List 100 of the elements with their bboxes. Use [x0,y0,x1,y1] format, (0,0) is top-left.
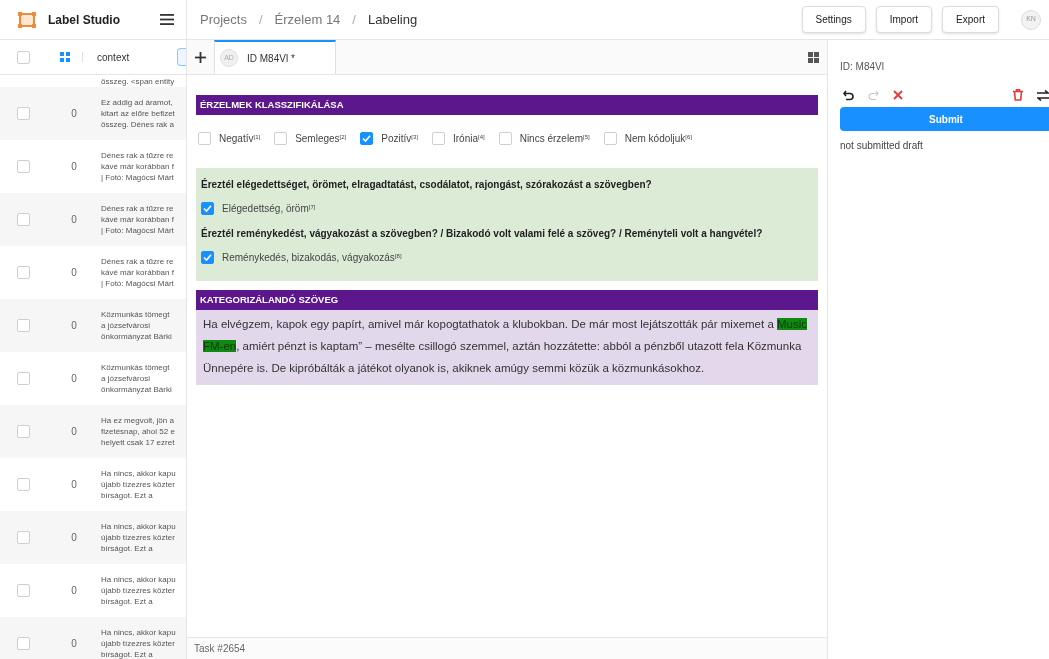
row-checkbox[interactable] [17,637,30,650]
table-cell: fizetésnap, ahol 52 e [101,426,175,437]
header-button[interactable]: Settings [801,6,866,33]
swap-icon[interactable] [1037,89,1049,101]
choice-label[interactable]: Pozitív$^{[3]}$ [381,131,418,146]
table-cell-text: 0 [71,637,77,651]
table-cell: újabb tízezres közter [101,479,176,490]
table-cell-text: 0 [71,160,77,174]
annotation-id: ID: M84Vl [840,60,885,74]
logo-icon [18,11,36,28]
table-cell-text: Ez addig ad áramot, [101,97,174,108]
choice-label[interactable]: Nem kódoljuk$^{[6]}$ [624,131,692,146]
table-cell-text: 0 [71,319,77,333]
layout-icon[interactable] [808,51,819,63]
choice-label[interactable]: Reménykedés, bizakodás, vágyakozás$^{[8]}$ [222,250,402,265]
table-cell: kávé már korábban f [101,161,174,172]
row-checkbox[interactable] [17,584,30,597]
question-text: Éreztél elégedettséget, örömet, elragadtatást, csodálatot, rajongást, szórakozást a szövegben? [201,177,653,192]
close-icon[interactable] [893,90,903,100]
column-header[interactable]: context [97,49,130,65]
header-button[interactable]: Import [875,6,933,33]
row-checkbox[interactable] [17,319,30,332]
menu-icon[interactable] [160,14,174,25]
choice-label[interactable]: Negatív$^{[1]}$ [219,131,261,146]
choice-checkbox[interactable] [498,132,512,145]
choice-checkbox[interactable] [201,251,214,264]
section-header: KATEGORIZÁLANDÓ SZÖVEG [196,290,818,310]
table-cell-text: bírságot. Ezt a [101,596,154,607]
table-row[interactable]: 0 Ha ez megvolt, jön a fizetésnap, ahol 52 e helyett csak 17 ezret [0,405,186,458]
breadcrumb-link[interactable]: Projects [200,9,247,30]
table-cell-text: 0 [71,372,77,386]
breadcrumb-separator: / [258,10,263,29]
choice-checkbox[interactable] [201,202,214,215]
choice-checkbox[interactable] [431,132,445,145]
table-cell-text: Közmunkás tömegt [101,362,171,373]
table-cell: | Fotó: Magócsi Márt [101,172,174,183]
table-row[interactable]: 0 Közmunkás tömegt a józsefvárosi önkormányzat Bárki [0,299,186,352]
table-cell: Dénes rak a tűzre re [101,256,174,267]
table-cell: Ha nincs, akkor kapu [101,574,176,585]
choice-checkbox[interactable] [198,132,211,145]
undo-icon[interactable] [843,89,854,101]
table-cell-text: bírságot. Ezt a [101,490,154,501]
row-checkbox[interactable] [17,160,30,173]
choice-checkbox[interactable] [360,132,374,145]
draft-status: not submitted draft [840,139,924,153]
table-cell: újabb tízezres közter [101,532,176,543]
row-checkbox[interactable] [17,266,30,279]
grid-icon[interactable] [59,52,70,62]
table-cell-text: 0 [71,531,77,545]
table-cell-text: bírságot. Ezt a [101,543,154,554]
choice-label[interactable]: Semleges$^{[2]}$ [295,131,347,146]
breadcrumb-separator: / [352,10,356,29]
table-cell: Ha ez megvolt, jön a [101,415,175,426]
table-cell: | Fotó: Magócsi Márt [101,225,174,236]
row-checkbox[interactable] [17,213,30,226]
table-row[interactable]: 0 Ha nincs, akkor kapu újabb tízezres közter bírságot. Ezt a [0,511,186,564]
table-cell: Dénes rak a tűzre re [101,203,174,214]
choice-label[interactable]: Irónia$^{[4]}$ [452,131,485,146]
table-cell: összeg. <span entity [101,76,175,87]
table-row[interactable]: 0 Ez addig ad áramot, kitart az előre befizet összeg. Dénes rak a [0,87,186,140]
choice-checkbox[interactable] [274,132,288,145]
breadcrumb-link[interactable]: Érzelem 14 [274,9,341,30]
tab-label: ID M84Vl * [247,51,295,66]
row-checkbox[interactable] [17,107,30,120]
table-cell: Ha nincs, akkor kapu [101,521,176,532]
row-checkbox[interactable] [17,531,30,544]
table-row[interactable]: 0 Dénes rak a tűzre re kávé már korábban f | Fotó: Magócsi Márt [0,193,186,246]
table-cell-text: 0 [71,425,77,439]
row-checkbox[interactable] [17,372,30,385]
table-cell-text: 0 [71,213,77,227]
section-header: ÉRZELMEK KLASSZIFIKÁLÁSA [196,95,818,115]
table-cell-text: 0 [71,266,77,280]
row-checkbox[interactable] [17,425,30,438]
table-cell-text: a józsefvárosi [101,320,151,331]
select-all-checkbox[interactable] [17,50,30,64]
table-cell: önkormányzat Bárki [101,384,172,395]
header-button[interactable]: Export [942,6,999,33]
table-row[interactable]: 0 Ha nincs, akkor kapu újabb tízezres közter bírságot. Ezt a [0,617,186,659]
trash-icon[interactable] [1013,89,1023,101]
table-cell: önkormányzat Bárki [101,331,172,342]
table-cell-text: Közmunkás tömegt [101,309,171,320]
choice-label[interactable]: Elégedettség, öröm$^{[7]}$ [222,201,316,216]
table-cell: újabb tízezres közter [101,638,176,649]
table-cell: összeg. Dénes rak a [101,119,175,130]
table-cell-text: 0 [71,478,77,492]
choice-label[interactable]: Nincs érzelem$^{[5]}$ [519,131,590,146]
table-cell: | Fotó: Magócsi Márt [101,278,174,289]
row-checkbox[interactable] [17,478,30,491]
column-button[interactable] [177,48,186,66]
table-cell: újabb tízezres közter [101,585,176,596]
table-cell-text: 0 [71,107,77,121]
table-cell: Ha nincs, akkor kapu [101,468,176,479]
choice-checkbox[interactable] [603,132,617,145]
source-text: Ha elvégzem, kapok egy papírt, amivel már kopogtathatok a klubokban. De már most lejátszották pár mixemet a Music FM-en, amiért pénzt is kaptam” – mesélte csillogó szemmel, aztán hozzátette: abból a pénzből utazott fela Közmunka Ünnepére is. De kipróbálták a játékot olyanok is, akiknek amúgy semmi közük a közmunkásokhoz. [203,317,809,376]
add-icon[interactable] [195,51,206,63]
table-cell: kávé már korábban f [101,214,174,225]
table-cell-text: 0 [71,584,77,598]
app-name: Label Studio [48,11,120,29]
table-cell: kávé már korábban f [101,267,174,278]
task-number: Task #2654 [194,642,246,656]
